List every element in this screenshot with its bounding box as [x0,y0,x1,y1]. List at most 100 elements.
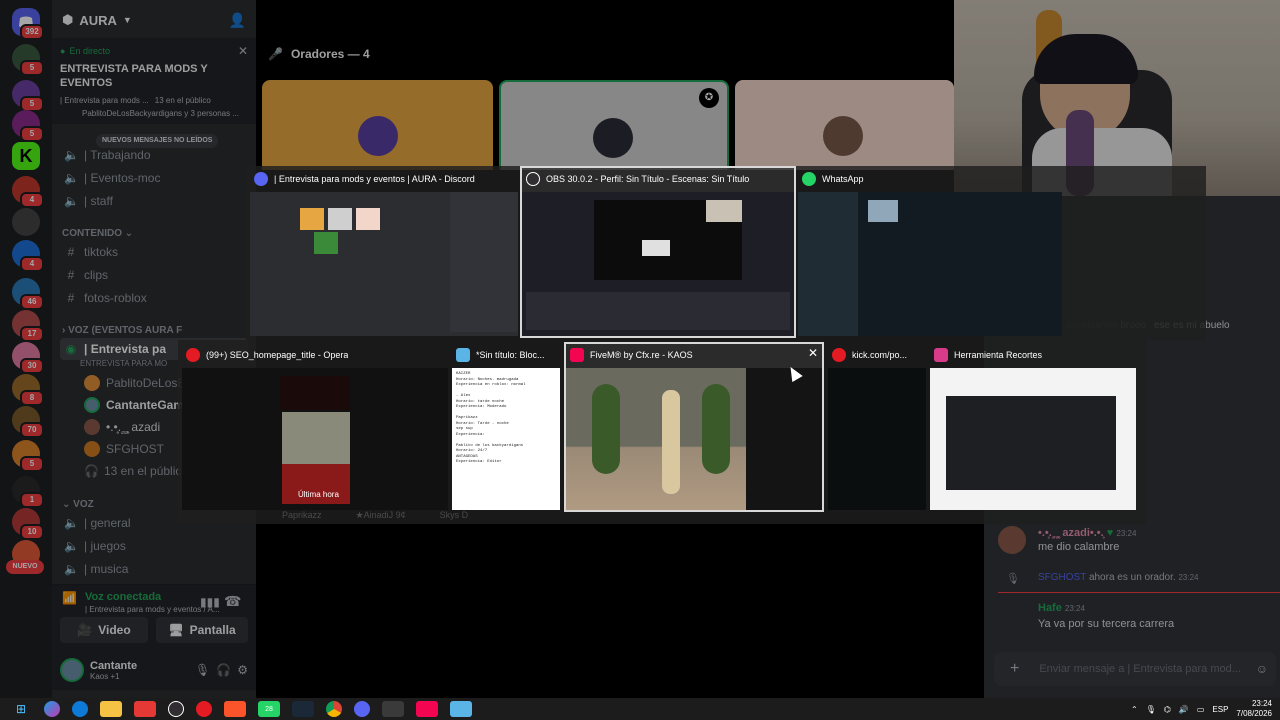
screen-share-button[interactable]: 🖥 Pantalla [156,617,248,643]
copilot-icon[interactable] [44,701,60,717]
mail-icon[interactable] [134,701,156,717]
file-explorer-icon[interactable] [100,701,122,717]
switcher-window-kick[interactable]: kick.com/po... [828,344,926,510]
server-header[interactable]: ⬢ AURA ▼ 👤 [52,0,256,40]
system-text: ahora es un orador. [1088,572,1176,583]
server-icon[interactable] [12,208,40,236]
plus-icon[interactable]: + [1002,660,1019,678]
system-tray: ⌃ 🎙 ⌬ 🔊 ▭ ESP 23:24 7/08/2026 [1131,698,1272,720]
voice-connection-panel: 📶 Voz conectada | Entrevista para mods y… [52,584,256,656]
user-panel: Cantante Kaos +1 🎙 🎧 ⚙ [52,650,256,690]
channel-juegos[interactable]: 🔈 | juegos [60,535,248,557]
server-icon[interactable]: 30 [12,342,44,374]
message-author[interactable]: •.•.̥ ٍ ٍ ̥azadi•.•.̥ [1038,527,1104,539]
new-unread-pill[interactable]: NUEVO [6,560,44,574]
chevron-up-icon[interactable]: ⌃ [1131,705,1138,714]
channel-clips[interactable]: # clips [60,264,248,286]
app-icon[interactable] [382,701,404,717]
close-icon[interactable]: ✕ [238,44,248,58]
speaker-icon: 🔈 [64,516,79,530]
server-icon[interactable]: 4 [12,240,44,272]
microphone-icon[interactable]: 🎙 [195,663,210,677]
battery-icon[interactable]: ▭ [1197,705,1205,714]
window-thumbnail [566,368,822,510]
snipping-tool-icon [934,348,948,362]
obs-icon[interactable] [168,701,184,717]
clock-time[interactable]: 23:24 [1236,699,1272,709]
server-icon[interactable]: 5 [12,110,44,142]
steam-icon[interactable] [292,701,314,717]
channel-fotos-roblox[interactable]: # fotos-roblox [60,287,248,309]
speakers-header: 🎤 Oradores — 4 [268,47,370,61]
category-voz[interactable]: ⌄ VOZ [62,499,94,510]
message-text: me dio calambre [1038,541,1120,553]
avatar[interactable] [60,658,84,682]
switcher-window-snipping[interactable]: Herramienta Recortes [930,344,1136,510]
disconnect-icon[interactable]: ☎ [224,593,241,610]
opera-icon[interactable] [196,701,212,717]
microphone-icon[interactable]: 🎙 [1146,705,1156,714]
chat-message[interactable]: Hafe 23:24 Ya va por su tercera carrera [998,602,1270,630]
server-icon[interactable]: 10 [12,508,44,540]
speaker-tile[interactable]: ✪ [499,80,729,170]
switcher-window-obs[interactable]: OBS 30.0.2 - Perfil: Sin Título - Escena… [520,166,796,338]
category-contenido[interactable]: CONTENIDO ⌄ [62,228,133,239]
channel-tiktoks[interactable]: # tiktoks [60,241,248,263]
fivem-icon[interactable] [416,701,438,717]
server-icon[interactable]: 8 [12,374,44,406]
brave-icon[interactable] [224,701,246,717]
chat-message[interactable]: •.•.̥ ٍ ٍ ̥azadi•.•.̥ ♥ 23:24 me dio cal… [998,526,1270,554]
chrome-icon[interactable] [326,701,342,717]
volume-icon[interactable]: 🔊 [1179,705,1189,714]
speaker-tile[interactable] [735,80,954,170]
server-icon[interactable]: 17 [12,310,44,342]
server-icon[interactable]: 5 [12,44,44,76]
noise-suppression-icon[interactable]: ▮▮▮ [200,595,220,609]
server-icon[interactable]: 4 [12,176,44,208]
server-icon[interactable]: 70 [12,406,44,438]
channel-eventos[interactable]: 🔈 | Eventos-moc [60,167,248,189]
channel-musica[interactable]: 🔈 | musica [60,558,248,580]
server-icon[interactable]: 46 [12,278,44,310]
server-icon[interactable]: 1 [12,476,44,508]
channel-trabajando[interactable]: 🔈 | Trabajando [60,144,248,166]
microphone-icon: 🎤 [268,47,283,61]
switcher-window-opera[interactable]: (99+) SEO_homepage_title - Opera Última … [182,344,448,510]
gear-icon[interactable]: ⚙ [237,663,248,677]
close-icon[interactable]: ✕ [808,346,818,360]
window-thumbnail [522,192,794,336]
language-indicator[interactable]: ESP [1212,705,1228,714]
message-input[interactable]: + Enviar mensaje a | Entrevista para mod… [994,652,1276,686]
avatar [84,419,100,435]
live-stage-card[interactable]: ● En directo ✕ ENTREVISTA PARA MODS Y EV… [52,38,256,124]
switcher-window-whatsapp[interactable]: WhatsApp [798,168,1062,336]
notepad-icon[interactable] [450,701,472,717]
window-thumbnail [828,368,926,510]
discord-icon[interactable] [354,701,370,717]
screen-share-icon: 🖥 [168,623,184,637]
channel-staff[interactable]: 🔈 | staff [60,190,248,212]
system-user[interactable]: SFGHOST [1038,572,1086,583]
message-author[interactable]: Hafe [1038,602,1062,614]
video-button[interactable]: 🎥 Video [60,617,148,643]
windows-start-icon[interactable]: ⊞ [10,701,32,717]
server-icon[interactable]: 5 [12,440,44,472]
whatsapp-icon[interactable]: 28 [258,701,280,717]
add-member-icon[interactable]: 👤 [229,12,246,29]
discord-home-icon[interactable]: 392 [12,8,44,40]
fivem-icon [570,348,584,362]
server-shield-icon: ⬢ [62,12,74,27]
signal-icon: 📶 [62,591,77,605]
headphones-icon[interactable]: 🎧 [216,663,231,677]
network-icon[interactable]: ⌬ [1164,705,1171,714]
server-icon[interactable]: 5 [12,80,44,112]
switcher-window-fivem[interactable]: FiveM® by Cfx.re - KAOS ✕ [564,342,824,512]
speaker-tile[interactable] [262,80,493,170]
edge-icon[interactable] [72,701,88,717]
clock-date[interactable]: 7/08/2026 [1236,709,1272,719]
category-voz-eventos[interactable]: › VOZ (eventos Aura F [62,325,182,336]
switcher-window-notepad[interactable]: *Sin título: Bloc... KAIZER Horario: Noc… [452,344,560,510]
switcher-window-discord[interactable]: | Entrevista para mods y eventos | AURA … [250,168,518,336]
kick-server-icon[interactable]: K [12,142,40,170]
emoji-icon[interactable]: ☺ [1256,662,1268,676]
